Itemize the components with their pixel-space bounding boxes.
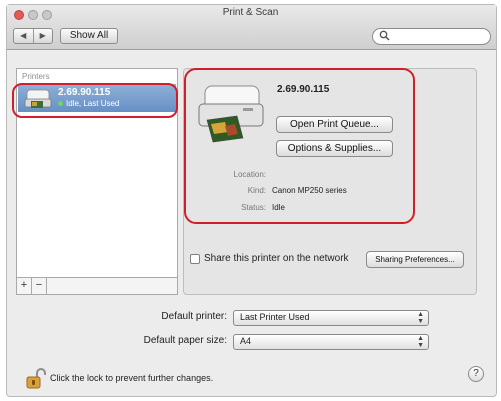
help-button[interactable]: ? <box>468 366 484 382</box>
forward-button[interactable]: ▶ <box>32 29 53 43</box>
search-icon <box>379 30 390 44</box>
annotation-highlight-printer-list <box>12 83 178 118</box>
share-printer-label[interactable]: Share this printer on the network <box>204 253 349 264</box>
printers-list-header: Printers <box>22 72 50 81</box>
share-printer-row: Share this printer on the network <box>190 253 349 264</box>
sharing-preferences-button[interactable]: Sharing Preferences... <box>366 251 464 268</box>
search-field[interactable] <box>372 28 491 45</box>
default-paper-popup[interactable]: A4 ▲ ▼ <box>233 334 429 350</box>
default-printer-label: Default printer: <box>161 311 227 322</box>
printers-list-buttons: + − <box>16 278 178 295</box>
show-all-button[interactable]: Show All <box>60 28 118 44</box>
popup-arrows-icon: ▲ ▼ <box>417 335 424 349</box>
add-printer-button[interactable]: + <box>17 278 32 294</box>
share-printer-checkbox[interactable] <box>190 253 200 264</box>
search-input[interactable] <box>393 30 483 42</box>
popup-arrows-icon: ▲ ▼ <box>417 311 424 325</box>
default-paper-value: A4 <box>240 336 252 346</box>
back-button[interactable]: ◀ <box>14 29 33 43</box>
window-title: Print & Scan <box>222 7 279 18</box>
lock-instructions[interactable]: Click the lock to prevent further change… <box>50 373 213 383</box>
default-paper-label: Default paper size: <box>143 335 227 346</box>
default-printer-value: Last Printer Used <box>240 312 310 322</box>
default-printer-popup[interactable]: Last Printer Used ▲ ▼ <box>233 310 429 326</box>
back-forward-control: ◀ ▶ <box>13 28 53 44</box>
remove-printer-button[interactable]: − <box>32 278 47 294</box>
lock-open-icon[interactable] <box>26 368 46 393</box>
annotation-highlight-printer-detail <box>184 68 415 224</box>
